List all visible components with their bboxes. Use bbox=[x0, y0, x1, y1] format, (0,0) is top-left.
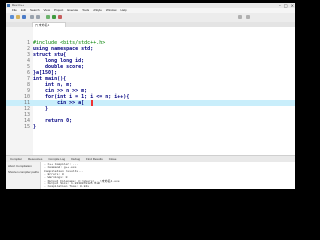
stop-icon[interactable] bbox=[58, 15, 62, 19]
new-file-icon[interactable] bbox=[10, 15, 14, 19]
code-editor[interactable]: 1 #include <bits/stdc++.h> 2 using namespa… bbox=[6, 27, 295, 155]
app-icon bbox=[7, 4, 10, 7]
bottom-panel-tabs: Compiler Resources Compile Log Debug Fin… bbox=[6, 155, 295, 162]
undo-icon[interactable] bbox=[30, 15, 34, 19]
redo-icon[interactable] bbox=[36, 15, 40, 19]
log-line: - Compilation Time: 0.84s bbox=[44, 185, 90, 188]
log-actions: Abort Compilation Shorten compiler paths bbox=[6, 162, 41, 189]
search-icon[interactable] bbox=[238, 15, 242, 19]
save-icon[interactable] bbox=[22, 15, 26, 19]
run-icon[interactable] bbox=[52, 15, 56, 19]
open-file-icon[interactable] bbox=[16, 15, 20, 19]
code-line: 15} bbox=[23, 124, 37, 130]
compile-log-panel: Abort Compilation Shorten compiler paths… bbox=[6, 162, 295, 189]
shorten-paths-checkbox[interactable]: Shorten compiler paths bbox=[8, 170, 39, 174]
log-line: - Command: g++.exe bbox=[44, 166, 77, 169]
replace-icon[interactable] bbox=[246, 15, 250, 19]
ide-window: Dev-C++ – □ × File Edit Search View Proj… bbox=[6, 3, 295, 189]
abort-compilation-button[interactable]: Abort Compilation bbox=[8, 164, 32, 168]
compile-icon[interactable] bbox=[46, 15, 50, 19]
